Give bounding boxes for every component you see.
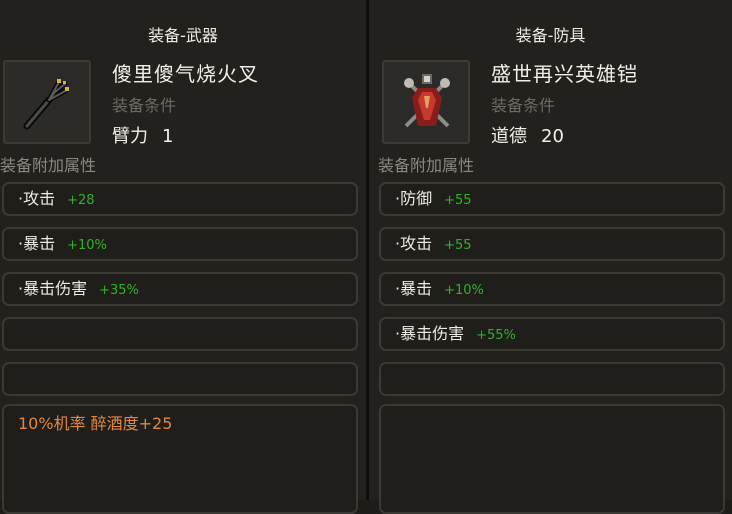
stat-value: +55% bbox=[476, 328, 516, 343]
stat-name: ·暴击 bbox=[395, 279, 433, 298]
section-label: 装备附加属性 bbox=[0, 156, 97, 175]
stat-value: +10% bbox=[67, 238, 107, 253]
requirement-label: 装备条件 bbox=[112, 96, 177, 115]
stat-name: ·攻击 bbox=[18, 189, 56, 208]
stat-name: ·暴击伤害 bbox=[395, 324, 465, 343]
stat-value: +55 bbox=[444, 193, 472, 208]
stat-name: ·防御 bbox=[395, 189, 433, 208]
requirement-row: 道德 20 bbox=[491, 122, 564, 148]
section-label: 装备附加属性 bbox=[378, 156, 475, 175]
empty-stat-slot bbox=[379, 362, 725, 396]
stat-slot: ·攻击 +28 bbox=[2, 182, 358, 216]
stat-slot: ·防御 +55 bbox=[379, 182, 725, 216]
stat-value: +35% bbox=[99, 283, 139, 298]
special-effect-box: 10%机率 醉酒度+25 bbox=[2, 404, 358, 514]
item-name: 傻里傻气烧火叉 bbox=[112, 62, 259, 86]
panel-title: 装备-武器 bbox=[148, 26, 218, 45]
weapon-slot[interactable] bbox=[3, 60, 91, 144]
special-effect-text: 10%机率 醉酒度+25 bbox=[18, 414, 173, 433]
item-name: 盛世再兴英雄铠 bbox=[491, 62, 638, 86]
stat-name: ·暴击 bbox=[18, 234, 56, 253]
armor-slot[interactable] bbox=[382, 60, 470, 144]
stat-slot: ·攻击 +55 bbox=[379, 227, 725, 261]
stat-name: ·暴击伤害 bbox=[18, 279, 88, 298]
requirement-label: 装备条件 bbox=[491, 96, 556, 115]
stat-value: +55 bbox=[444, 238, 472, 253]
stat-slot: ·暴击伤害 +55% bbox=[379, 317, 725, 351]
requirement-stat: 臂力 bbox=[112, 126, 148, 147]
armor-icon bbox=[398, 74, 456, 132]
armor-panel: 装备-防具 盛世再兴英雄铠 装备条件 道德 20 装备附加属性 ·防御 +55 ·攻… bbox=[369, 0, 732, 514]
requirement-value: 1 bbox=[162, 126, 174, 147]
empty-stat-slot bbox=[2, 362, 358, 396]
stat-name: ·攻击 bbox=[395, 234, 433, 253]
requirement-stat: 道德 bbox=[491, 126, 527, 147]
weapon-panel: 装备-武器 傻里傻气烧火叉 装备条件 臂力 1 装备附加属性 ·攻击 +28 ·暴击… bbox=[0, 0, 366, 514]
stat-slot: ·暴击 +10% bbox=[379, 272, 725, 306]
empty-stat-slot bbox=[2, 317, 358, 351]
requirement-value: 20 bbox=[541, 126, 564, 147]
stat-slot: ·暴击伤害 +35% bbox=[2, 272, 358, 306]
requirement-row: 臂力 1 bbox=[112, 122, 173, 148]
fire-poker-icon bbox=[23, 79, 70, 130]
stat-value: +10% bbox=[444, 283, 484, 298]
stat-slot: ·暴击 +10% bbox=[2, 227, 358, 261]
stat-value: +28 bbox=[67, 193, 95, 208]
empty-special-box bbox=[379, 404, 725, 514]
panel-title: 装备-防具 bbox=[515, 26, 586, 45]
